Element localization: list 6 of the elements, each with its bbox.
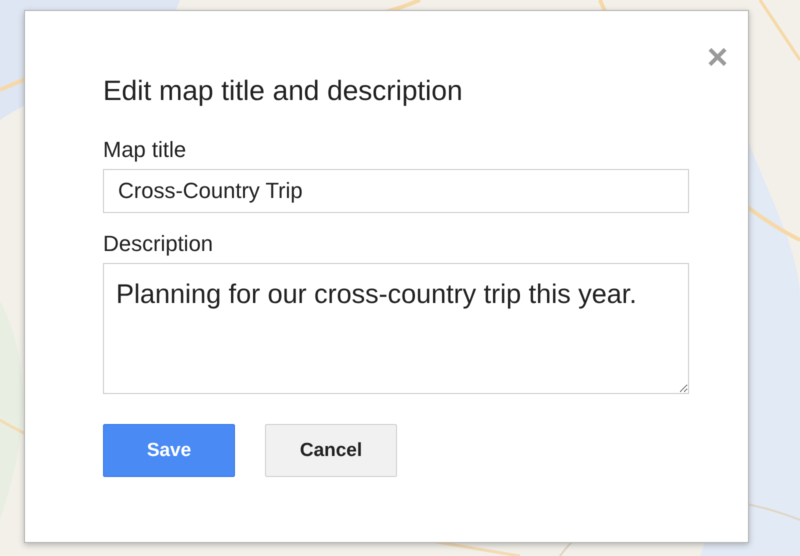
description-field[interactable]: Planning for our cross-country trip this year. [103,263,689,394]
dialog-title: Edit map title and description [103,75,464,107]
field-label: Map title [103,137,188,163]
field-label: Description [103,231,214,257]
title-field[interactable]: Cross-Country Trip [103,169,689,213]
cancel-button[interactable]: Cancel [265,424,397,477]
